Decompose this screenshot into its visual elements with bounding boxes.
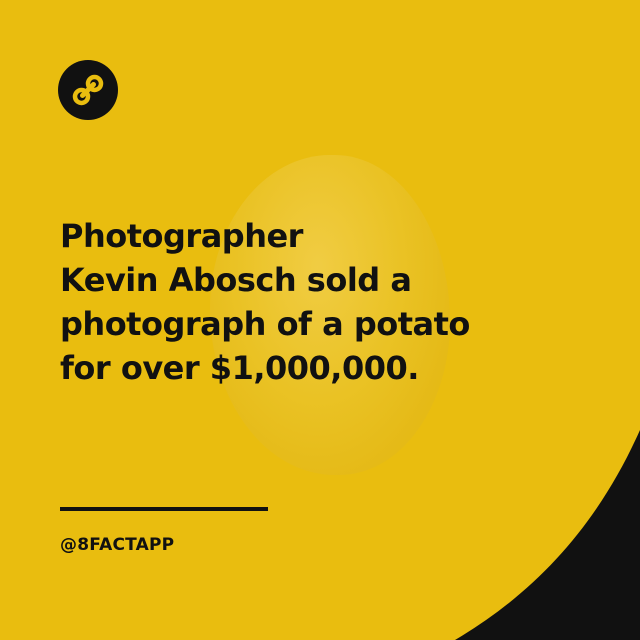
social-handle: @8FACTAPP	[60, 535, 175, 555]
figure-eight-icon	[58, 60, 118, 120]
headline-line: Photographer	[60, 217, 303, 255]
headline-line: photograph of a potato	[60, 305, 470, 343]
fact-card: Photographer Kevin Abosch sold a photogr…	[0, 0, 640, 640]
headline-line: Kevin Abosch sold a	[60, 261, 412, 299]
divider-rule	[60, 507, 268, 511]
fact-headline: Photographer Kevin Abosch sold a photogr…	[60, 214, 580, 390]
headline-line: for over $1,000,000.	[60, 349, 419, 387]
